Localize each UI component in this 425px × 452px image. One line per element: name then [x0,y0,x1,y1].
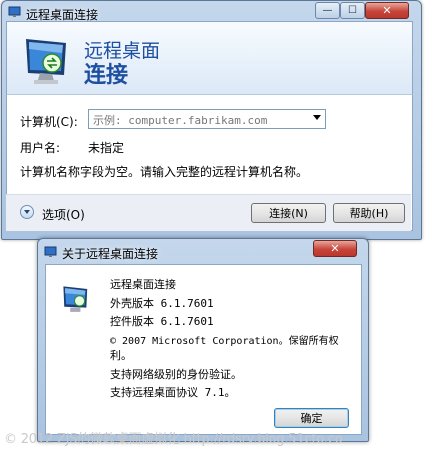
about-line: 远程桌面连接 [110,278,176,291]
username-value: 未指定 [88,141,125,155]
remote-desktop-icon [8,6,21,17]
minimize-button[interactable]: — [315,2,340,19]
about-content: 远程桌面连接 外壳版本 6.1.7601 控件版本 6.1.7601 © 200… [45,264,362,435]
help-button[interactable]: 帮助(H) [333,203,405,223]
monitor-icon [26,39,66,84]
status-message: 计算机名称字段为空。请输入完整的远程计算机名称。 [20,165,309,179]
ok-button[interactable]: 确定 [274,408,349,428]
remote-desktop-icon [44,246,57,257]
about-line: 外壳版本 6.1.7601 [110,297,214,310]
about-line: 控件版本 6.1.7601 [110,315,214,328]
about-line: 利。 [110,349,132,362]
maximize-button[interactable]: ☐ [340,2,365,19]
about-line: © 2007 Microsoft Corporation。保留所有权 [110,336,339,347]
monitor-icon [63,286,88,312]
connect-button[interactable]: 连接(N) [251,203,326,223]
about-dialog: 关于远程桌面连接 ✕ 远程桌面连接 外壳版本 6.1.7601 控件版本 6.1… [37,238,369,442]
chevron-down-icon[interactable] [313,115,321,120]
options-label[interactable]: 选项(O) [42,206,85,223]
about-title: 关于远程桌面连接 [62,247,159,261]
close-button[interactable]: ✕ [365,2,409,19]
heading-line-2: 连接 [84,63,129,88]
computer-placeholder: 示例: computer.fabrikam.com [93,114,268,127]
username-label: 用户名: [20,141,61,155]
computer-label: 计算机(C): [20,115,78,129]
about-line: 支持网络级别的身份验证。 [110,368,242,381]
close-button[interactable]: ✕ [313,240,357,257]
options-chevron-icon[interactable] [20,205,34,219]
about-line: 支持远程桌面协议 7.1。 [110,386,236,399]
computer-combobox[interactable]: 示例: computer.fabrikam.com [88,109,326,129]
watermark: © 2012 ZJS的微软桌面虚拟化 http://rdsrv.blog.51c… [4,432,343,447]
